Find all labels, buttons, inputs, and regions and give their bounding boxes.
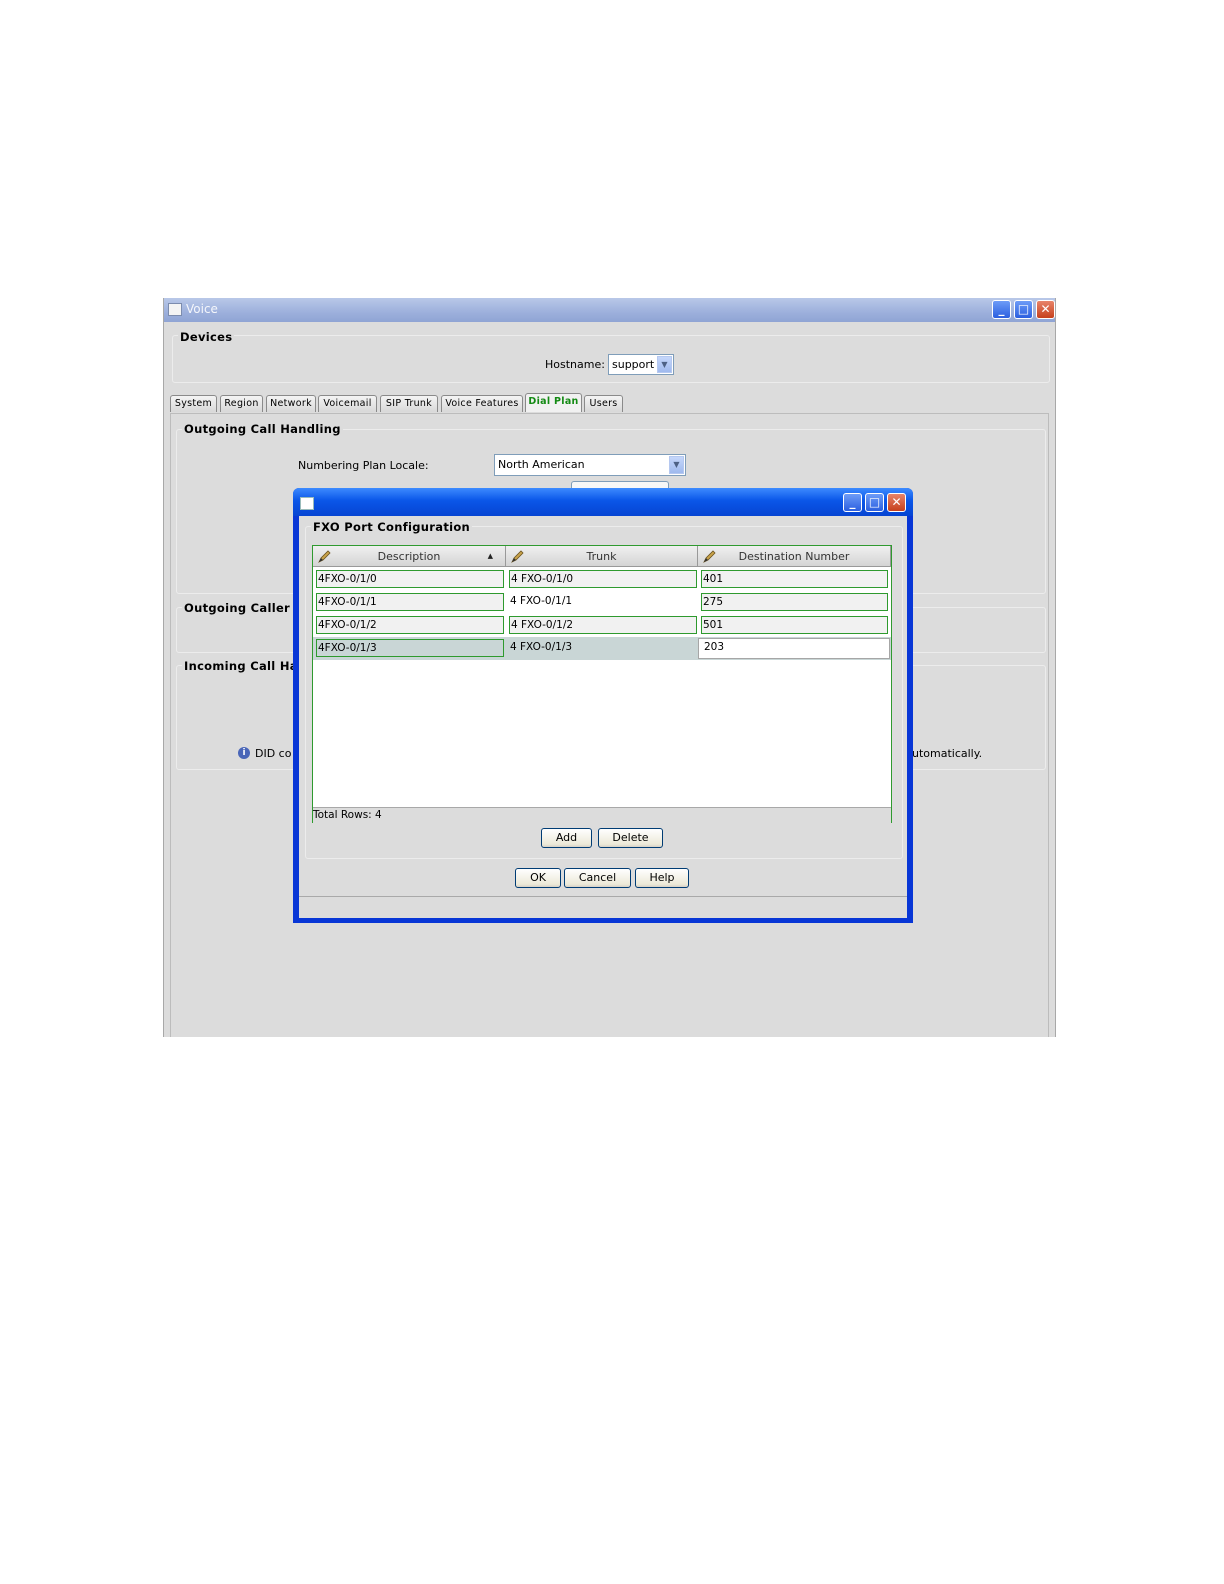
sort-ascending-icon: ▲ (487, 552, 493, 560)
outgoing-caller-id-title: Outgoing Caller Id (182, 601, 310, 615)
table-row[interactable]: 4FXO-0/1/1 4 FXO-0/1/1 275 (313, 591, 891, 614)
table-footer: Total Rows: 4 (313, 807, 891, 823)
info-icon: i (238, 747, 250, 759)
description-cell[interactable]: 4FXO-0/1/0 (316, 570, 504, 588)
hostname-label: Hostname: (545, 358, 605, 371)
outgoing-call-handling-title: Outgoing Call Handling (182, 422, 343, 436)
numbering-plan-value: North American (498, 458, 585, 471)
description-cell[interactable]: 4FXO-0/1/2 (316, 616, 504, 634)
minimize-button[interactable]: _ (992, 300, 1011, 319)
column-header-label: Trunk (586, 550, 617, 563)
close-button[interactable]: ✕ (1036, 300, 1055, 319)
column-header-destination-number[interactable]: Destination Number (698, 546, 891, 567)
dialog-body: FXO Port Configuration Description ▲ Tru… (299, 516, 907, 918)
dialog-minimize-button[interactable]: _ (843, 493, 862, 512)
ok-button[interactable]: OK (515, 868, 561, 888)
column-header-trunk[interactable]: Trunk (506, 546, 698, 567)
column-header-label: Description (377, 550, 441, 563)
destination-number-cell[interactable]: 275 (701, 593, 888, 611)
hostname-value: support (612, 358, 655, 371)
tab-users[interactable]: Users (584, 395, 623, 412)
trunk-cell[interactable]: 4 FXO-0/1/2 (509, 616, 697, 634)
pencil-icon (703, 550, 716, 563)
description-cell[interactable]: 4FXO-0/1/1 (316, 593, 504, 611)
dialog-status-bar (299, 896, 907, 918)
fxo-port-table: Description ▲ Trunk Destination Number 4… (312, 545, 892, 823)
tab-region[interactable]: Region (220, 395, 263, 412)
add-button[interactable]: Add (541, 828, 592, 848)
fxo-port-configuration-dialog: _ □ ✕ FXO Port Configuration Description… (293, 488, 913, 923)
minimize-icon: _ (998, 302, 1005, 316)
maximize-icon: □ (1017, 302, 1030, 316)
description-cell[interactable]: 4FXO-0/1/3 (316, 639, 504, 657)
hostname-select[interactable]: support ▼ (608, 354, 674, 375)
pencil-icon (511, 550, 524, 563)
fxo-port-group-title: FXO Port Configuration (311, 520, 473, 534)
pencil-icon (318, 550, 331, 563)
trunk-cell[interactable]: 4 FXO-0/1/1 (506, 593, 696, 611)
close-icon: ✕ (891, 495, 902, 509)
maximize-icon: □ (868, 495, 881, 509)
table-header: Description ▲ Trunk Destination Number (313, 546, 891, 568)
destination-number-cell[interactable]: 501 (701, 616, 888, 634)
total-rows-label: Total Rows: 4 (313, 809, 382, 821)
incoming-call-handling-title: Incoming Call Har (182, 659, 306, 673)
help-button[interactable]: Help (635, 868, 689, 888)
destination-number-cell[interactable]: 401 (701, 570, 888, 588)
tab-network[interactable]: Network (266, 395, 316, 412)
tab-dial-plan[interactable]: Dial Plan (525, 393, 582, 412)
close-icon: ✕ (1040, 302, 1051, 316)
table-row[interactable]: 4FXO-0/1/0 4 FXO-0/1/0 401 (313, 568, 891, 591)
maximize-button[interactable]: □ (1014, 300, 1033, 319)
column-header-description[interactable]: Description ▲ (313, 546, 506, 567)
trunk-cell[interactable]: 4 FXO-0/1/0 (509, 570, 697, 588)
dialog-window-icon (300, 497, 314, 510)
minimize-icon: _ (849, 495, 856, 509)
delete-button[interactable]: Delete (598, 828, 663, 848)
dialog-titlebar[interactable]: _ □ ✕ (293, 488, 913, 516)
numbering-plan-label: Numbering Plan Locale: (298, 459, 429, 472)
table-row[interactable]: 4FXO-0/1/2 4 FXO-0/1/2 501 (313, 614, 891, 637)
trunk-cell[interactable]: 4 FXO-0/1/3 (506, 639, 696, 657)
column-header-label: Destination Number (738, 550, 850, 563)
did-info-text-left: DID co (255, 747, 292, 760)
tab-system[interactable]: System (170, 395, 217, 412)
chevron-down-icon: ▼ (669, 456, 684, 474)
destination-number-cell-editing[interactable]: 203 (698, 638, 890, 659)
dialog-close-button[interactable]: ✕ (887, 493, 906, 512)
numbering-plan-select[interactable]: North American ▼ (494, 454, 686, 476)
tab-voice-features[interactable]: Voice Features (441, 395, 523, 412)
window-icon (168, 303, 182, 316)
cancel-button[interactable]: Cancel (564, 868, 631, 888)
tab-sip-trunk[interactable]: SIP Trunk (380, 395, 438, 412)
did-info-text-right: utomatically. (912, 747, 983, 760)
window-title: Voice (186, 302, 218, 316)
devices-group-title: Devices (178, 330, 235, 344)
dialog-maximize-button[interactable]: □ (865, 493, 884, 512)
table-row-selected[interactable]: 4FXO-0/1/3 4 FXO-0/1/3 203 (313, 637, 891, 660)
tab-voicemail[interactable]: Voicemail (318, 395, 377, 412)
main-titlebar[interactable]: Voice _ □ ✕ (164, 298, 1055, 322)
chevron-down-icon: ▼ (657, 356, 672, 373)
